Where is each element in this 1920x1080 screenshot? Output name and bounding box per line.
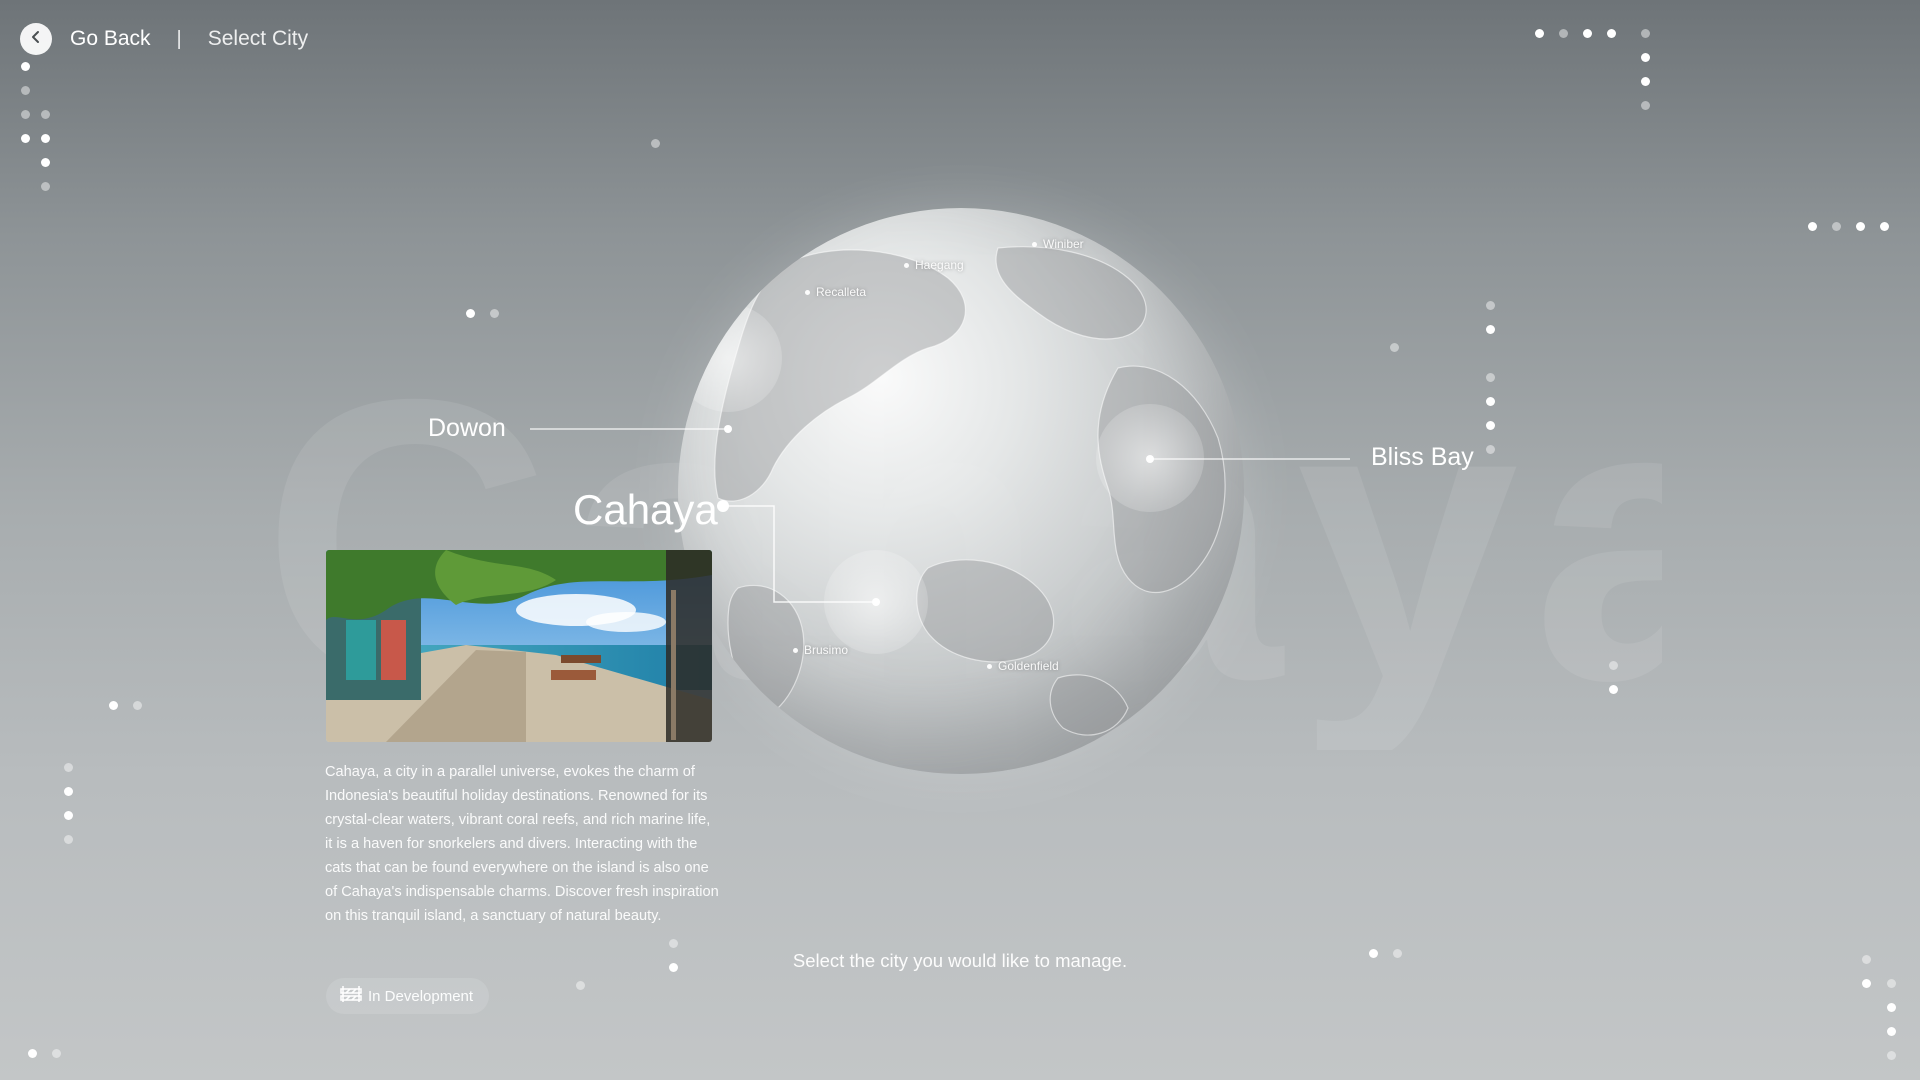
decorative-dot: [52, 1049, 61, 1058]
decorative-dot: [21, 86, 30, 95]
decorative-dot: [1369, 949, 1378, 958]
globe-label-winiber: Winiber: [1032, 237, 1084, 251]
status-badge: In Development: [326, 978, 490, 1014]
decorative-dot: [576, 981, 585, 990]
decorative-dot: [41, 110, 50, 119]
city-description: Cahaya, a city in a parallel universe, e…: [325, 764, 719, 924]
construction-barrier-icon: [340, 985, 362, 1007]
go-back-link[interactable]: Go Back: [70, 27, 151, 51]
decorative-dot: [1535, 29, 1544, 38]
back-button[interactable]: [20, 23, 52, 55]
globe-city-halo-cahaya: [824, 550, 928, 654]
decorative-dot: [1559, 29, 1568, 38]
city-option-cahaya-selected[interactable]: Cahaya: [573, 486, 718, 534]
decorative-dot: [1486, 301, 1495, 310]
decorative-dot: [1887, 1003, 1896, 1012]
decorative-dot: [1641, 53, 1650, 62]
world-globe[interactable]: Winiber Haegang Recalleta Brusimo Golden…: [678, 208, 1244, 774]
decorative-dot: [64, 835, 73, 844]
globe-city-halo-dowon: [678, 304, 782, 412]
page-title: Select City: [207, 27, 309, 50]
decorative-dot: [1486, 421, 1495, 430]
decorative-dot: [1486, 445, 1495, 454]
decorative-dot: [1808, 222, 1817, 231]
decorative-dot: [28, 1049, 37, 1058]
decorative-dot: [669, 963, 678, 972]
decorative-dot: [1486, 397, 1495, 406]
decorative-dot: [64, 763, 73, 772]
decorative-dot: [466, 309, 475, 318]
decorative-dot: [1862, 979, 1871, 988]
decorative-dot: [1887, 1027, 1896, 1036]
decorative-dot: [1887, 979, 1896, 988]
decorative-dot: [21, 110, 30, 119]
globe-label-haegang: Haegang: [904, 258, 964, 272]
decorative-dot: [41, 158, 50, 167]
instruction-text: Select the city you would like to manage…: [792, 950, 1128, 971]
top-bar: Go Back | Select City: [20, 22, 308, 56]
decorative-dot: [1887, 1051, 1896, 1060]
city-preview-image: [326, 550, 712, 742]
decorative-dot: [1856, 222, 1865, 231]
decorative-dot: [669, 939, 678, 948]
chevron-left-icon: [29, 30, 43, 49]
decorative-dot: [21, 134, 30, 143]
decorative-dot: [1609, 661, 1618, 670]
globe-city-halo-bliss-bay: [1096, 404, 1204, 512]
breadcrumb-divider: |: [176, 27, 182, 50]
globe-label-goldenfield: Goldenfield: [987, 659, 1059, 673]
decorative-dot: [1641, 77, 1650, 86]
decorative-dot: [1393, 949, 1402, 958]
city-option-dowon[interactable]: Dowon: [428, 414, 506, 443]
decorative-dot: [41, 134, 50, 143]
decorative-dot: [1609, 685, 1618, 694]
globe-label-recalleta: Recalleta: [805, 285, 866, 299]
decorative-dot: [133, 701, 142, 710]
globe-label-brusimo: Brusimo: [793, 643, 848, 657]
decorative-dot: [1390, 343, 1399, 352]
decorative-dot: [1607, 29, 1616, 38]
decorative-dot: [490, 309, 499, 318]
city-option-bliss-bay[interactable]: Bliss Bay: [1371, 443, 1474, 472]
decorative-dot: [1486, 373, 1495, 382]
decorative-dot: [1486, 325, 1495, 334]
decorative-dot: [21, 62, 30, 71]
decorative-dot: [109, 701, 118, 710]
decorative-dot: [1641, 101, 1650, 110]
decorative-dot: [64, 787, 73, 796]
decorative-dot: [1832, 222, 1841, 231]
decorative-dot: [1880, 222, 1889, 231]
decorative-dot: [1641, 29, 1650, 38]
decorative-dot: [651, 139, 660, 148]
decorative-dot: [1583, 29, 1592, 38]
decorative-dot: [1862, 955, 1871, 964]
status-label: In Development: [368, 987, 474, 1005]
decorative-dot: [41, 182, 50, 191]
decorative-dot: [64, 811, 73, 820]
